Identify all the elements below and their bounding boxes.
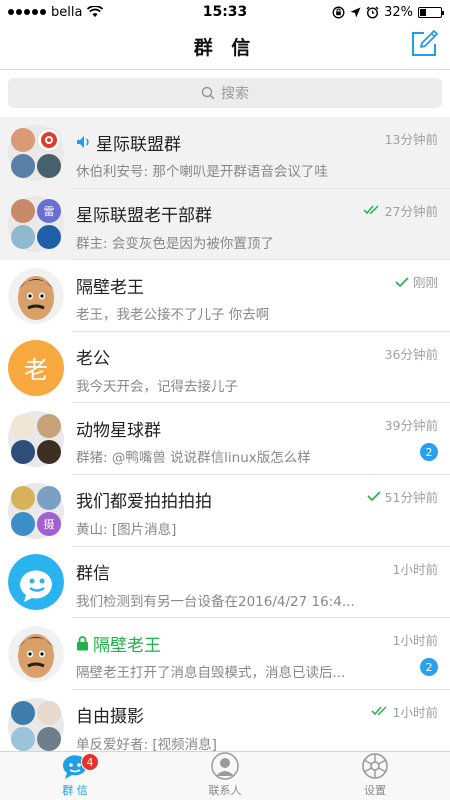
conversation-title: 动物星球群 (76, 420, 161, 441)
conversation-time: 51分钟前 (384, 489, 438, 505)
double-check-icon (371, 706, 387, 716)
avatar-initial: 雷 (37, 199, 61, 224)
conversation-row[interactable]: 隔壁老王 老王，我老公接不了儿子 你去啊 刚刚 (0, 260, 450, 332)
search-icon (201, 86, 215, 100)
contact-person-icon (211, 752, 239, 780)
conversation-preview: 休伯利安号: 那个喇叭是开群语音会议了哇 (76, 164, 328, 180)
conversation-time: 13分钟前 (384, 132, 438, 147)
rotation-lock-icon (332, 6, 345, 18)
tab-label: 联系人 (208, 784, 242, 797)
tab-label: 群 信 (62, 784, 88, 797)
conversation-time: 1小时前 (392, 633, 438, 649)
cartoon-face-icon (8, 267, 64, 324)
conversation-preview: 黄山: [图片消息] (76, 521, 177, 538)
conversation-preview: 群主: 会变灰色是因为被你置顶了 (76, 235, 274, 252)
clock: 15:33 (202, 4, 248, 20)
search-placeholder: 搜索 (221, 86, 249, 102)
wifi-icon (87, 6, 104, 17)
conversation-preview: 隔壁老王打开了消息自毁模式，消息已读后... (76, 665, 346, 682)
alarm-icon (366, 6, 379, 19)
page-title: 群 信 (193, 37, 257, 59)
avatar-initial: 摄 (37, 511, 61, 536)
avatar: 老 (8, 339, 64, 396)
tab-contacts[interactable]: 联系人 (150, 752, 300, 800)
group-avatar (8, 697, 64, 751)
settings-gear-icon (362, 753, 388, 779)
conversation-title: 隔壁老王 (76, 277, 144, 298)
conversation-title: 自由摄影 (76, 707, 144, 728)
conversation-preview: 我今天开会，记得去接儿子 (76, 378, 238, 395)
group-avatar (8, 411, 64, 468)
conversation-preview: 我们检测到有另一台设备在2016/4/27 16:4... (76, 593, 355, 610)
avatar-initial: 老 (24, 356, 48, 385)
check-icon (395, 277, 409, 287)
lock-icon (77, 635, 88, 651)
unread-total-badge: 4 (81, 753, 99, 771)
battery-icon (418, 6, 444, 18)
tab-bar: 群 信 4 联系人 设置 (0, 751, 450, 800)
cartoon-face-icon (8, 625, 64, 682)
conversation-time: 1小时前 (392, 561, 438, 577)
conversation-row[interactable]: 摄 我们都爱拍拍拍拍 黄山: [图片消息] 51分钟前 (0, 474, 450, 547)
conversation-preview: 群猪: @鸭嘴兽 说说群信linux版怎么样 (76, 450, 311, 467)
qunxin-logo-icon (8, 554, 64, 611)
conversation-row[interactable]: 星际联盟群 休伯利安号: 那个喇叭是开群语音会议了哇 13分钟前 (0, 117, 450, 189)
conversation-time: 39分钟前 (384, 418, 438, 434)
tab-chats[interactable]: 群 信 4 (0, 752, 150, 800)
conversation-title: 我们都爱拍拍拍拍 (76, 492, 212, 513)
search-section: 搜索 (0, 70, 450, 115)
signal-strength-icon (8, 9, 46, 15)
location-icon (350, 7, 361, 17)
conversation-time: 36分钟前 (384, 346, 438, 362)
conversation-row[interactable]: 隔壁老王 隔壁老王打开了消息自毁模式，消息已读后... 1小时前 2 (0, 618, 450, 690)
avatar (8, 625, 64, 682)
status-bar: bella 15:33 32% (0, 0, 450, 24)
tab-settings[interactable]: 设置 (300, 752, 450, 800)
check-icon (367, 491, 381, 502)
conversation-row[interactable]: 雷 星际联盟老干部群 群主: 会变灰色是因为被你置顶了 27分钟前 (0, 188, 450, 261)
conversation-title: 星际联盟群 (96, 134, 181, 155)
conversation-row[interactable]: 群信 我们检测到有另一台设备在2016/4/27 16:4... 1小时前 (0, 546, 450, 619)
conversation-preview: 单反爱好者: [视频消息] (76, 736, 217, 751)
battery-percentage: 32% (384, 4, 413, 20)
carrier-name: bella (51, 4, 83, 20)
conversation-list[interactable]: 星际联盟群 休伯利安号: 那个喇叭是开群语音会议了哇 13分钟前 雷 星际联盟老… (0, 117, 450, 751)
compose-icon[interactable] (410, 30, 438, 58)
conversation-row[interactable]: 老 老公 我今天开会，记得去接儿子 36分钟前 (0, 331, 450, 404)
conversation-title: 隔壁老王 (93, 635, 161, 656)
search-input[interactable]: 搜索 (8, 78, 442, 108)
conversation-time: 刚刚 (412, 275, 438, 291)
conversation-preview: 老王，我老公接不了儿子 你去啊 (76, 307, 270, 324)
group-avatar: 雷 (8, 196, 64, 253)
conversation-title: 群信 (76, 564, 110, 585)
tab-label: 设置 (364, 784, 386, 797)
conversation-time: 27分钟前 (384, 203, 438, 219)
avatar (8, 554, 64, 611)
conversation-time: 1小时前 (392, 704, 438, 720)
conversation-row[interactable]: 动物星球群 群猪: @鸭嘴兽 说说群信linux版怎么样 39分钟前 2 (0, 403, 450, 475)
conversation-row[interactable]: 自由摄影 单反爱好者: [视频消息] 1小时前 (0, 689, 450, 751)
navigation-bar: 群 信 (0, 24, 450, 70)
target-logo-icon (41, 131, 57, 148)
speaker-icon (77, 136, 89, 148)
avatar (8, 267, 64, 324)
group-avatar (8, 124, 64, 181)
conversation-title: 老公 (76, 349, 110, 370)
unread-badge: 2 (420, 443, 438, 462)
double-check-icon (363, 205, 379, 215)
conversation-title: 星际联盟老干部群 (76, 206, 212, 227)
unread-badge: 2 (420, 658, 438, 677)
group-avatar: 摄 (8, 482, 64, 539)
